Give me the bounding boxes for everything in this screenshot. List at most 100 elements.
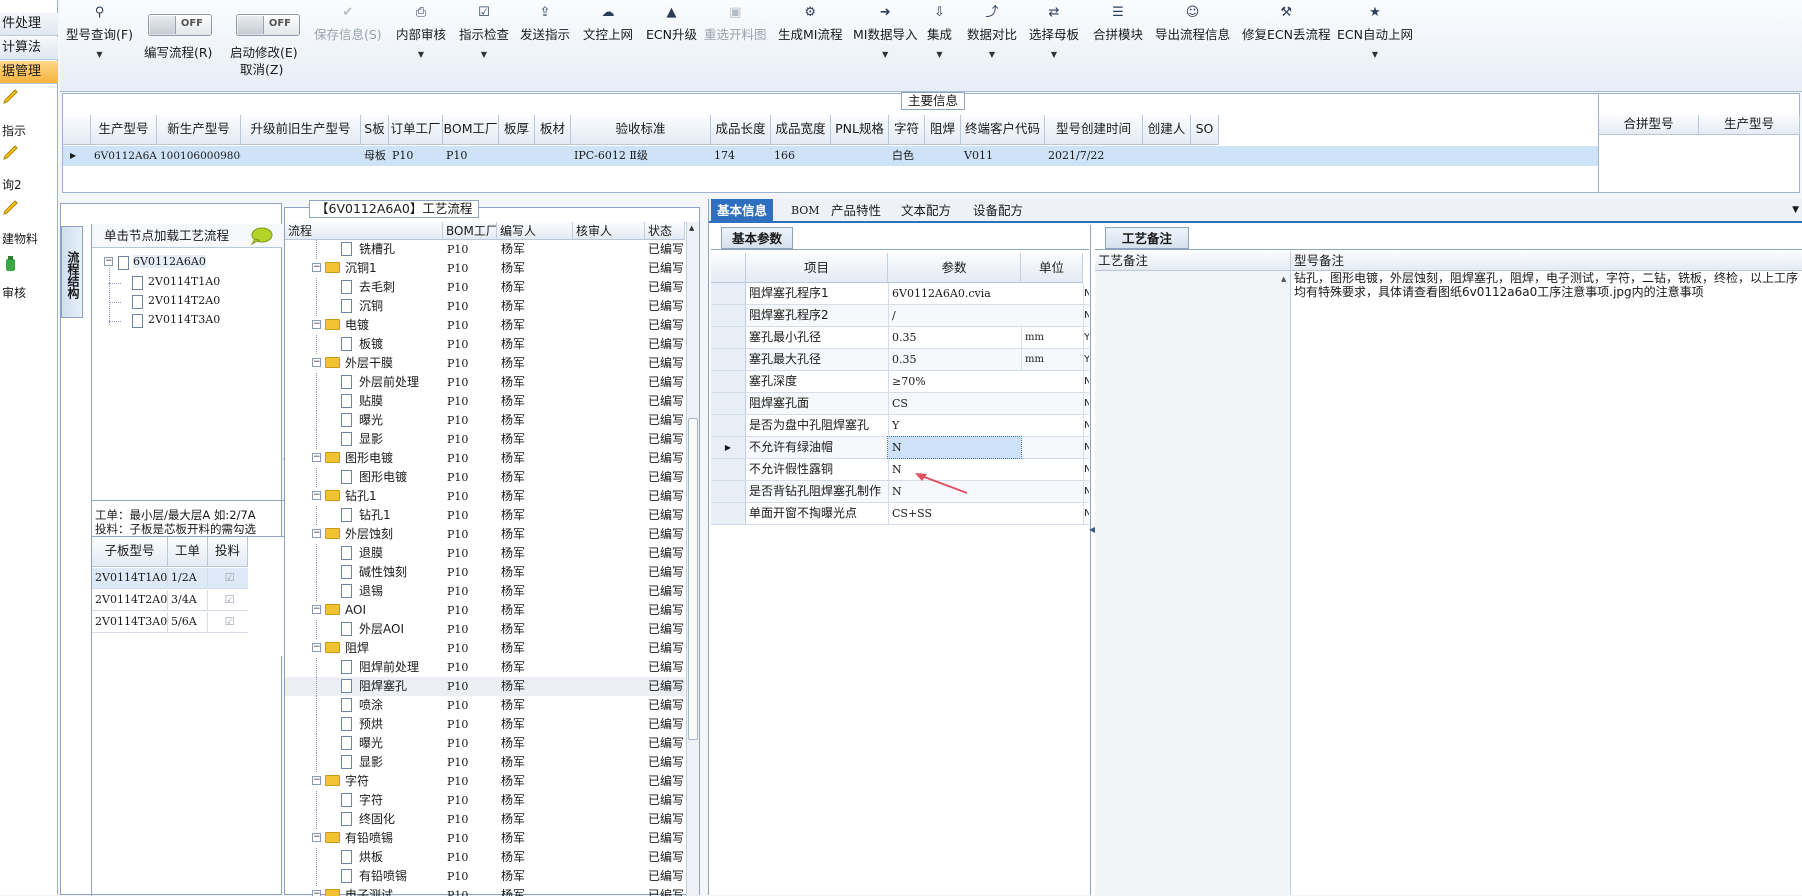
flow-row[interactable]: 有铅喷锡 P10 杨军 已编写	[285, 867, 685, 886]
flow-row[interactable]: 外层AOI P10 杨军 已编写	[285, 620, 685, 639]
main-info-cell[interactable]	[241, 146, 361, 166]
main-info-cell[interactable]: V011	[961, 146, 1045, 166]
flow-row[interactable]: 曝光 P10 杨军 已编写	[285, 411, 685, 430]
model-note-text[interactable]: 钻孔，图形电镀，外层蚀刻，阻焊塞孔，阻焊，电子测试，字符，二钻，铣板，终检，以上…	[1294, 271, 1799, 299]
main-info-cell[interactable]: IPC-6012 Ⅱ级	[571, 146, 711, 166]
param-row[interactable]: 不允许假性露铜NN	[711, 459, 1089, 481]
cancel-label[interactable]: 取消(Z)	[240, 59, 283, 78]
param-value-cell[interactable]: 0.35	[888, 327, 1021, 348]
main-info-cell[interactable]	[1191, 146, 1219, 166]
nav-item-process[interactable]: 件处理	[0, 13, 58, 36]
flow-row[interactable]: 预烘 P10 杨军 已编写	[285, 715, 685, 734]
tree-child-node[interactable]: 2V0114T3A0	[148, 313, 220, 326]
tree-collapse-icon[interactable]: −	[312, 491, 321, 500]
tree-root-node[interactable]: 6V0112A6A0	[133, 255, 206, 268]
flow-row[interactable]: 去毛刺 P10 杨军 已编写	[285, 278, 685, 297]
sub-board-model-cell[interactable]: 2V0114T2A0	[92, 590, 168, 611]
flow-row[interactable]: 贴膜 P10 杨军 已编写	[285, 392, 685, 411]
main-info-cell[interactable]: 白色	[889, 146, 925, 166]
flow-row[interactable]: − 钻孔1 P10 杨军 已编写	[285, 487, 685, 506]
param-value-cell[interactable]: Y	[888, 415, 1021, 436]
flow-row[interactable]: − 外层蚀刻 P10 杨军 已编写	[285, 525, 685, 544]
sub-board-order-cell[interactable]: 3/4A	[168, 590, 208, 611]
ecn-auto-upload-button[interactable]: ★ ECN自动上网 ▼	[1337, 6, 1413, 60]
flow-row[interactable]: − 有铅喷锡 P10 杨军 已编写	[285, 829, 685, 848]
tab-bom[interactable]: BOM	[785, 199, 826, 223]
nav-link-review[interactable]: 审核	[0, 284, 58, 301]
save-info-button[interactable]: ✔ 保存信息(S)	[314, 6, 382, 43]
row-selector-arrow-icon[interactable]: ▶	[67, 146, 87, 166]
flow-row[interactable]: 沉铜 P10 杨军 已编写	[285, 297, 685, 316]
flow-row[interactable]: 外层前处理 P10 杨军 已编写	[285, 373, 685, 392]
flow-row[interactable]: 烘板 P10 杨军 已编写	[285, 848, 685, 867]
main-info-cell[interactable]	[499, 146, 535, 166]
param-row[interactable]: 单面开窗不掏曝光点 CS+SS N	[711, 503, 1089, 525]
main-info-cell[interactable]: 6V0112A6A0	[91, 146, 157, 166]
flow-row[interactable]: − 图形电镀 P10 杨军 已编写	[285, 449, 685, 468]
tab-basic-info[interactable]: 基本信息	[711, 199, 774, 223]
data-compare-button[interactable]: ⤴ 数据对比 ▼	[967, 6, 1017, 60]
tab-product-features[interactable]: 产品特性	[825, 199, 887, 223]
nav-link-instruction[interactable]: 指示	[0, 122, 58, 139]
nav-item-data-management[interactable]: 据管理	[0, 61, 58, 84]
flow-row[interactable]: 显影 P10 杨军 已编写	[285, 430, 685, 449]
flow-scrollbar[interactable]: ▲	[686, 222, 699, 896]
integrate-button[interactable]: ⇩ 集成 ▼	[927, 6, 952, 60]
tree-collapse-icon[interactable]: −	[312, 453, 321, 462]
flow-row[interactable]: − 沉铜1 P10 杨军 已编写	[285, 259, 685, 278]
flow-row[interactable]: 退膜 P10 杨军 已编写	[285, 544, 685, 563]
feed-checkbox[interactable]: ☑	[208, 568, 248, 589]
tree-collapse-icon[interactable]: −	[312, 776, 321, 785]
param-value-cell[interactable]: ≥70%	[888, 371, 1021, 392]
tree-collapse-icon[interactable]: −	[104, 257, 113, 266]
model-query-button[interactable]: ⚲ 型号查询(F) ▼	[66, 6, 133, 60]
generate-mi-flow-button[interactable]: ⚙ 生成MI流程	[778, 6, 842, 43]
flow-row[interactable]: − 电镀 P10 杨军 已编写	[285, 316, 685, 335]
tree-collapse-icon[interactable]: −	[312, 605, 321, 614]
tree-collapse-icon[interactable]: −	[312, 833, 321, 842]
main-info-cell[interactable]: P10	[389, 146, 443, 166]
flow-row[interactable]: 图形电镀 P10 杨军 已编写	[285, 468, 685, 487]
flow-row[interactable]: 字符 P10 杨军 已编写	[285, 791, 685, 810]
tree-collapse-icon[interactable]: −	[312, 358, 321, 367]
param-row[interactable]: 塞孔最大孔径 0.35mmY	[711, 349, 1089, 371]
flow-row[interactable]: 显影 P10 杨军 已编写	[285, 753, 685, 772]
tree-collapse-icon[interactable]: −	[312, 529, 321, 538]
flow-row[interactable]: 阻焊塞孔 P10 杨军 已编写	[285, 677, 685, 696]
param-value-cell[interactable]: CS	[888, 393, 1021, 414]
param-row[interactable]: 阻焊塞孔程序2 / N	[711, 305, 1089, 327]
send-instruction-button[interactable]: ⇪ 发送指示	[520, 6, 570, 43]
flow-row[interactable]: 铣槽孔 P10 杨军 已编写	[285, 240, 685, 259]
nav-link-create-material[interactable]: 建物料	[0, 230, 58, 247]
tree-child-node[interactable]: 2V0114T1A0	[148, 275, 220, 288]
fix-ecn-flow-button[interactable]: ⚒ 修复ECN丢流程	[1242, 6, 1330, 43]
feed-checkbox[interactable]: ☑	[208, 590, 248, 611]
main-info-row[interactable]: ▶6V0112A6A010010600098000母板P10P10IPC-601…	[63, 146, 1598, 166]
export-flow-info-button[interactable]: ☺ 导出流程信息	[1155, 6, 1230, 43]
tree-collapse-icon[interactable]: −	[312, 320, 321, 329]
param-row[interactable]: ▶不允许有绿油帽 N N	[711, 436, 1089, 459]
param-row[interactable]: 阻焊塞孔面 CS N	[711, 393, 1089, 415]
param-value-cell[interactable]: N	[887, 436, 1022, 459]
param-row[interactable]: 是否背钻孔阻焊塞孔制作NN	[711, 481, 1089, 503]
instruction-check-button[interactable]: ☑ 指示检查 ▼	[459, 6, 509, 60]
flow-row[interactable]: 喷涂 P10 杨军 已编写	[285, 696, 685, 715]
nav-item-algorithm[interactable]: 计算法	[0, 37, 58, 60]
main-info-cell[interactable]: 10010600098000	[157, 146, 241, 166]
flow-row[interactable]: − 字符 P10 杨军 已编写	[285, 772, 685, 791]
sub-board-order-cell[interactable]: 1/2A	[168, 568, 208, 589]
tab-process-notes[interactable]: 工艺备注	[1105, 227, 1190, 249]
process-note-field[interactable]	[1095, 271, 1291, 895]
main-info-cell[interactable]	[831, 146, 889, 166]
select-motherboard-button[interactable]: ⇄ 选择母板 ▼	[1029, 6, 1079, 60]
sub-board-model-cell[interactable]: 2V0114T1A0	[92, 568, 168, 589]
sub-board-model-cell[interactable]: 2V0114T3A0	[92, 612, 168, 633]
param-value-cell[interactable]: /	[888, 305, 1021, 326]
tree-collapse-icon[interactable]: −	[312, 643, 321, 652]
main-info-cell[interactable]: 166	[771, 146, 831, 166]
tree-collapse-icon[interactable]: −	[312, 263, 321, 272]
flow-row[interactable]: 曝光 P10 杨军 已编写	[285, 734, 685, 753]
start-edit-toggle[interactable]: OFF	[236, 14, 300, 36]
param-value-cell[interactable]: 6V0112A6A0.cvia	[888, 283, 1021, 304]
flow-row[interactable]: − AOI P10 杨军 已编写	[285, 601, 685, 620]
